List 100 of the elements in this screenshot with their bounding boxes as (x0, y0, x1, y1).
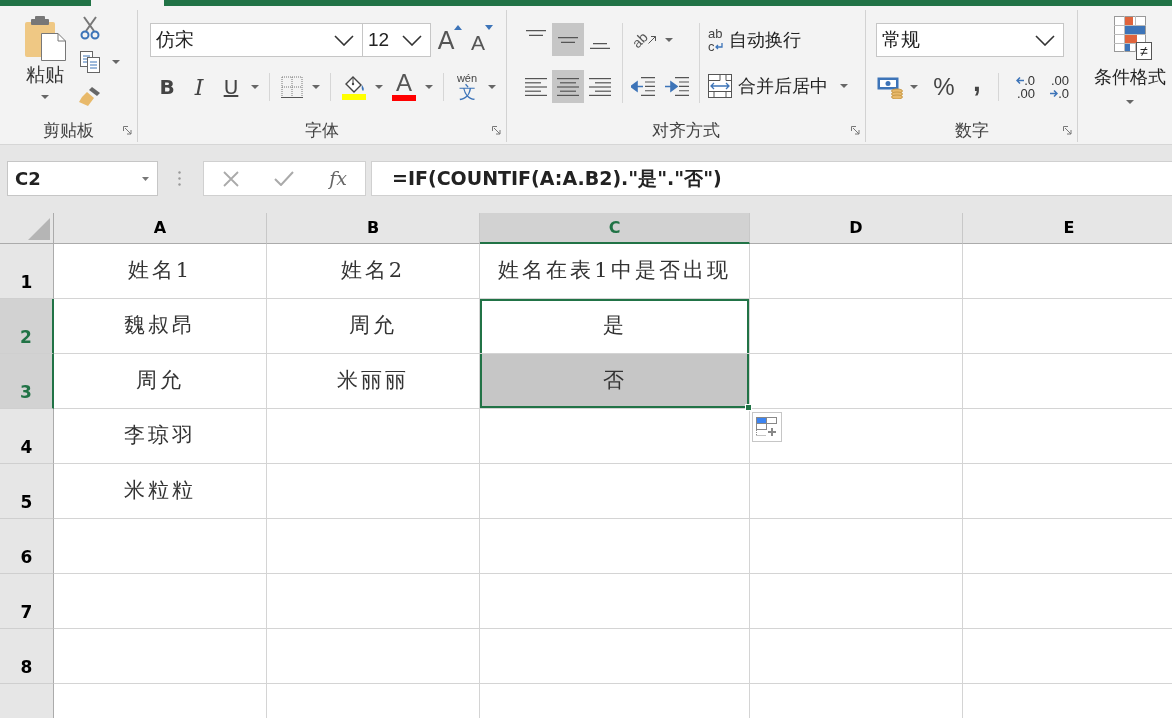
table-cell: 周允 (54, 354, 267, 409)
row-header[interactable]: 8 (0, 629, 54, 684)
caret-icon[interactable] (840, 84, 848, 88)
decrease-decimal-button[interactable]: .00 .0 (1041, 74, 1069, 100)
table-cell: 否 (480, 354, 750, 409)
align-center-icon (557, 77, 579, 96)
diagonal-arrow-icon (647, 35, 656, 44)
caret-icon[interactable] (488, 85, 496, 89)
table-cell: 米丽丽 (267, 354, 480, 409)
bold-button[interactable]: B (155, 71, 179, 103)
column-header[interactable]: C (480, 213, 750, 244)
triangle-down-icon (485, 25, 493, 30)
arrow-left-icon (1016, 77, 1025, 84)
top-align-icon (525, 30, 547, 36)
column-header[interactable]: D (750, 213, 963, 244)
row-header[interactable]: 1 (0, 244, 54, 299)
chevron-down-icon[interactable] (402, 34, 422, 46)
scissors-icon (80, 16, 100, 40)
caret-icon[interactable] (41, 94, 49, 99)
row-header[interactable]: 5 (0, 464, 54, 519)
dialog-launcher-icon[interactable] (123, 125, 132, 135)
increase-indent-button[interactable] (663, 76, 691, 97)
return-arrow-icon (714, 43, 723, 50)
row-header[interactable]: 6 (0, 519, 54, 574)
italic-button[interactable]: I (187, 71, 211, 103)
column-header[interactable]: A (54, 213, 267, 244)
caret-icon[interactable] (375, 85, 383, 89)
chevron-down-icon[interactable] (1035, 34, 1055, 46)
name-box[interactable]: C2 (7, 161, 158, 196)
group-label: 剪贴板 (43, 121, 94, 139)
arrow-right-icon (1050, 90, 1059, 97)
row-header[interactable]: 4 (0, 409, 54, 464)
dialog-launcher-icon[interactable] (1063, 125, 1072, 135)
comma-style-button[interactable]: , (964, 68, 990, 106)
copy-button[interactable] (78, 49, 102, 75)
middle-align-icon (557, 36, 579, 43)
percent-button[interactable]: % (930, 69, 958, 105)
caret-icon[interactable] (665, 37, 673, 42)
borders-icon (281, 76, 303, 98)
table-cell: 是 (480, 299, 750, 354)
row-header[interactable]: 2 (0, 299, 54, 354)
close-icon (222, 170, 239, 187)
dialog-launcher-icon[interactable] (851, 125, 860, 135)
align-left-icon (525, 77, 547, 96)
chevron-down-icon[interactable] (334, 34, 354, 46)
decrease-indent-button[interactable] (629, 76, 657, 97)
caret-icon[interactable] (910, 85, 918, 89)
align-right-icon (589, 77, 611, 96)
quick-analysis-button[interactable] (752, 412, 782, 442)
copy-icon (79, 50, 101, 74)
table-cell: 米粒粒 (54, 464, 267, 519)
dialog-launcher-icon[interactable] (492, 125, 501, 135)
merge-center-button[interactable]: 合并后居中 (708, 69, 828, 103)
underline-button[interactable]: U (219, 71, 243, 103)
formula-field[interactable]: =IF(COUNTIF(A:A.B2)."是"."否") (371, 161, 1172, 196)
caret-icon[interactable] (251, 85, 259, 89)
font-name-field[interactable]: 仿宋 (150, 23, 363, 57)
font-size-field[interactable]: 12 (363, 23, 431, 57)
grip-icon[interactable] (178, 171, 181, 186)
font-color-button[interactable]: A (391, 71, 417, 103)
triangle-up-icon (454, 25, 463, 30)
caret-icon[interactable] (312, 85, 320, 89)
not-equal-badge: ≠ (1136, 42, 1152, 60)
brush-icon (78, 85, 102, 107)
clipboard-icon (24, 15, 66, 61)
banknote-coins-icon (877, 75, 903, 99)
row-header[interactable]: 7 (0, 574, 54, 629)
cut-button[interactable] (78, 15, 102, 41)
bottom-align-icon (589, 43, 611, 49)
table-cell: 姓名在表1中是否出现 (480, 244, 750, 299)
table-cell: 李琼羽 (54, 409, 267, 464)
column-header[interactable]: B (267, 213, 480, 244)
fill-handle[interactable] (745, 404, 752, 411)
middle-align-button[interactable] (552, 23, 584, 56)
decrease-indent-icon (631, 76, 655, 97)
column-header[interactable]: E (963, 213, 1172, 244)
increase-indent-icon (665, 76, 689, 97)
orientation-button[interactable]: ab (629, 24, 659, 55)
phonetic-guide-button[interactable]: wén 文 (454, 71, 480, 103)
caret-icon[interactable] (425, 85, 433, 89)
group-label: 对齐方式 (652, 121, 720, 139)
table-cell: 姓名1 (54, 244, 267, 299)
caret-icon[interactable] (1126, 100, 1134, 104)
shrink-font-button[interactable]: A (469, 25, 495, 55)
group-label: 数字 (954, 121, 989, 139)
paste-button[interactable]: 粘贴 (17, 10, 73, 99)
caret-icon[interactable] (142, 176, 149, 181)
table-cell: 周允 (267, 299, 480, 354)
conditional-formatting-button[interactable]: ≠ 条件格式 (1090, 10, 1170, 104)
caret-icon[interactable] (112, 60, 120, 64)
currency-button[interactable] (876, 75, 904, 99)
insert-function-button[interactable]: fx (323, 164, 354, 193)
row-header[interactable]: 3 (0, 354, 54, 409)
grow-font-button[interactable]: A (437, 25, 463, 55)
checkmark-icon (274, 171, 295, 186)
table-cell: 魏叔昂 (54, 299, 267, 354)
number-format-field[interactable]: 常规 (876, 23, 1064, 57)
group-label: 字体 (305, 121, 339, 139)
increase-decimal-button[interactable]: .0 .00 (1007, 74, 1035, 100)
align-center-button[interactable] (552, 70, 584, 103)
